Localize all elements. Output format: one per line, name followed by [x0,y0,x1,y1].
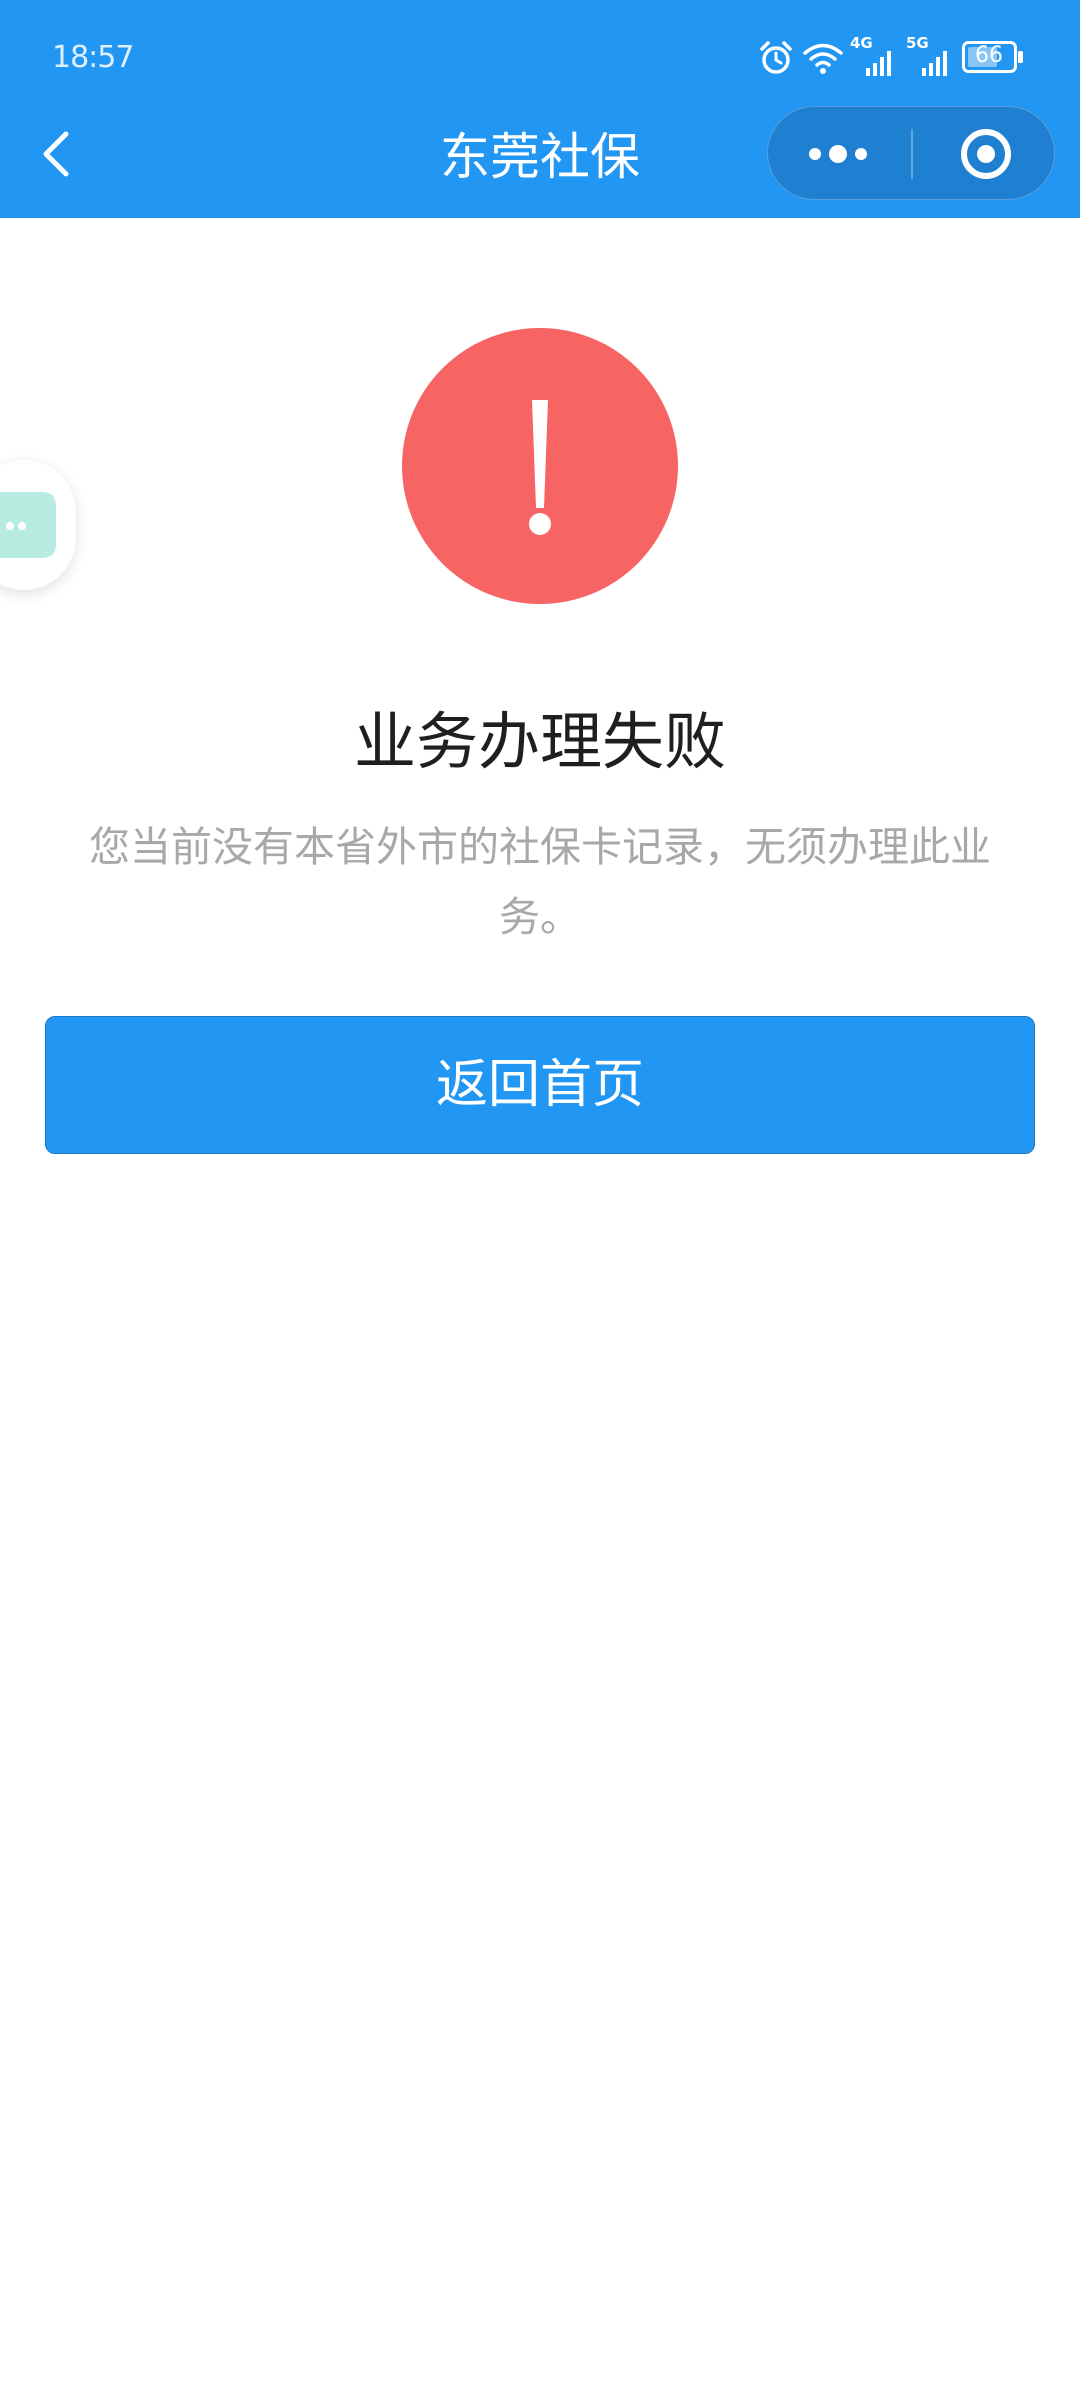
signal-5g-icon [922,51,947,76]
signal-4g-icon [866,51,891,76]
signal-4g: 4G [850,34,898,80]
target-circle-icon [961,129,1011,179]
return-home-button[interactable]: 返回首页 [45,1016,1035,1154]
signal-5g: 5G [906,34,954,80]
floating-chat-bubble[interactable] [0,460,76,590]
error-status-icon [402,328,678,604]
battery-level: 66 [975,43,1003,68]
battery-icon: 66 [962,41,1024,73]
wifi-icon [803,43,843,74]
capsule-menu [767,106,1055,200]
alarm-icon [760,41,792,74]
exclamation-icon [529,400,551,535]
status-time: 18:57 [52,40,134,75]
more-dots-icon [809,145,867,163]
more-button[interactable] [768,107,912,201]
result-title: 业务办理失败 [353,705,726,778]
close-miniprogram-button[interactable] [913,107,1056,201]
chat-bubble-icon [0,492,56,558]
top-header: 18:57 4G 5G 66 东莞社保 [0,0,1080,218]
status-icons: 4G 5G 66 [758,34,1028,80]
result-description: 您当前没有本省外市的社保卡记录，无须办理此业务。 [89,823,991,941]
